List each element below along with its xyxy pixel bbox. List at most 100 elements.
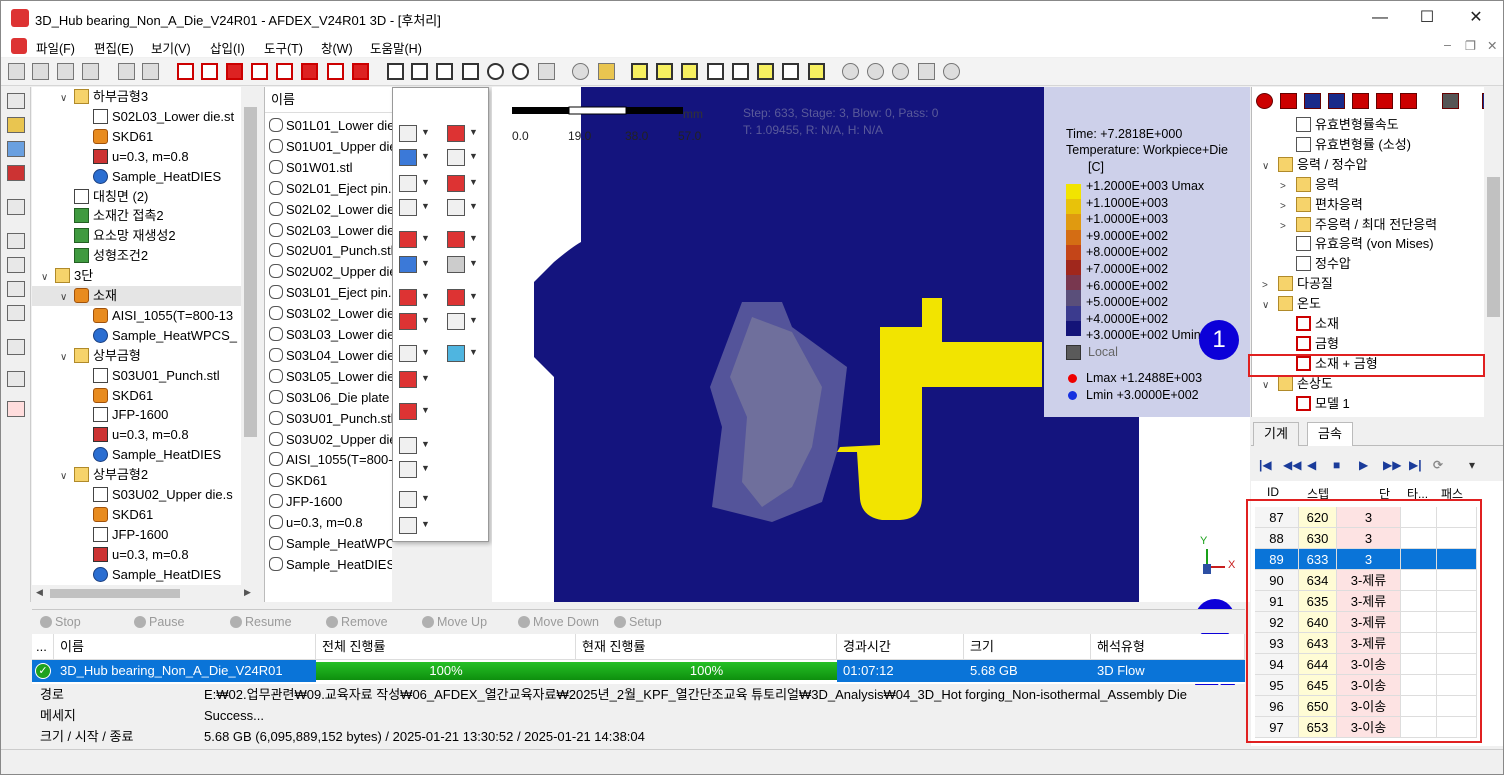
job-col-check[interactable]: ... [32, 634, 54, 660]
palette-tool[interactable]: ▼ [445, 230, 483, 250]
job-col-total[interactable]: 전체 진행률 [316, 634, 576, 660]
pan-hand-icon[interactable] [918, 63, 935, 80]
tree-item[interactable]: Sample_HeatDIES [32, 445, 259, 465]
stop-job-button[interactable]: Stop [40, 615, 81, 629]
shade-icon[interactable] [631, 63, 648, 80]
list-item[interactable]: S03L06_Die plate [269, 387, 389, 408]
menu-tools[interactable]: 도구(T) [264, 38, 303, 57]
list-header[interactable]: 이름 [265, 87, 392, 113]
palette-tool[interactable]: ▼ [397, 490, 435, 510]
tree-item[interactable]: 소재간 접촉2 [32, 206, 259, 226]
tree-vscrollbar[interactable] [241, 87, 260, 587]
zoom-in-icon[interactable] [867, 63, 884, 80]
tree-item[interactable]: SKD61 [32, 505, 259, 525]
palette-tool[interactable]: ▼ [445, 288, 483, 308]
menu-window[interactable]: 창(W) [321, 38, 353, 57]
result-type-icon-4[interactable] [1328, 93, 1345, 109]
tree-item[interactable]: ∨ 상부금형2 [32, 465, 259, 485]
tree-item[interactable]: SKD61 [32, 386, 259, 406]
tree-item[interactable]: S02L03_Lower die.st [32, 107, 259, 127]
list-item[interactable]: S02U01_Punch.stl [269, 240, 392, 261]
list-item[interactable]: S02L03_Lower die [269, 220, 392, 241]
tree-item[interactable]: Sample_HeatWPCS_ [32, 326, 259, 346]
results-scroll-thumb[interactable] [1487, 177, 1500, 317]
swap-icon[interactable] [782, 63, 799, 80]
tree-view-icon[interactable] [7, 93, 25, 109]
result-tree-item[interactable]: ∨ 온도 [1262, 294, 1321, 314]
list-item[interactable]: S03L03_Lower die [269, 324, 392, 345]
tree-item[interactable]: Sample_HeatDIES [32, 167, 259, 187]
palette-tool[interactable]: ▼ [397, 230, 435, 250]
palette-tool[interactable]: ▼ [397, 370, 435, 390]
tree-item[interactable]: Sample_HeatDIES [32, 565, 259, 585]
resume-job-button[interactable]: Resume [230, 615, 292, 629]
palette-tool[interactable]: ▼ [397, 344, 435, 364]
job-col-name[interactable]: 이름 [54, 634, 316, 660]
expand-chevron-icon[interactable]: ∨ [1262, 376, 1278, 396]
next-play-icon[interactable]: ▶▶ [1383, 458, 1401, 472]
list-item[interactable]: S03U01_Punch.stl [269, 408, 392, 429]
forward-icon[interactable] [142, 63, 159, 80]
rotate-z-icon[interactable] [436, 63, 453, 80]
result-tree-item[interactable]: > 편차응력 [1280, 195, 1363, 215]
view-bottom-icon[interactable] [301, 63, 318, 80]
tree-item[interactable]: 성형조건2 [32, 246, 259, 266]
tree-item[interactable]: u=0.3, m=0.8 [32, 147, 259, 167]
scroll-right-arrow-icon[interactable]: ▶ [244, 587, 251, 598]
next-step-icon[interactable]: ▶ [1359, 458, 1368, 472]
result-type-icon-3[interactable] [1304, 93, 1321, 109]
palette-tool[interactable]: ▼ [397, 516, 435, 536]
job-col-elapsed[interactable]: 경과시간 [837, 634, 964, 660]
mesh-icon[interactable] [732, 63, 749, 80]
palette-tool[interactable]: ▼ [445, 344, 483, 364]
distribute-icon[interactable] [7, 257, 25, 273]
display-icon[interactable] [7, 165, 25, 181]
tree-item[interactable]: u=0.3, m=0.8 [32, 545, 259, 565]
scroll-left-arrow-icon[interactable]: ◀ [36, 587, 43, 598]
new-file-icon[interactable] [8, 63, 25, 80]
result-tree-item[interactable]: ∨ 응력 / 정수압 [1262, 155, 1368, 175]
list-item[interactable]: S01L01_Lower die [269, 115, 392, 136]
list-item[interactable]: AISI_1055(T=800- [269, 449, 392, 470]
split-icon[interactable] [7, 339, 25, 355]
maximize-button[interactable]: ☐ [1404, 1, 1450, 35]
move-up-button[interactable]: Move Up [422, 615, 487, 629]
spin-icon[interactable] [487, 63, 504, 80]
tree-item[interactable]: ∨ 3단 [32, 266, 259, 286]
remove-job-button[interactable]: Remove [326, 615, 388, 629]
tree-item[interactable]: S03U01_Punch.stl [32, 366, 259, 386]
palette-tool[interactable]: ▼ [445, 174, 483, 194]
palette-tool[interactable]: ▼ [445, 148, 483, 168]
shade-edge-icon[interactable] [656, 63, 673, 80]
palette-tool[interactable]: ▼ [397, 124, 435, 144]
list-item[interactable]: S01U01_Upper die [269, 136, 392, 157]
expand-chevron-icon[interactable]: ∨ [1262, 157, 1278, 177]
result-tree-item[interactable]: 정수압 [1280, 254, 1351, 274]
tree-hscrollbar[interactable]: ◀ ▶ [32, 585, 260, 602]
view-front-icon[interactable] [177, 63, 194, 80]
job-col-type[interactable]: 해석유형 [1091, 634, 1245, 660]
list-item[interactable]: S02L02_Lower die [269, 199, 392, 220]
rotate-x-icon[interactable] [387, 63, 404, 80]
rotate-y-icon[interactable] [411, 63, 428, 80]
list-item[interactable]: S03L04_Lower die [269, 345, 392, 366]
view-iso-icon[interactable] [327, 63, 344, 80]
mdi-close-button[interactable]: ✕ [1487, 38, 1497, 53]
layers-icon[interactable] [808, 63, 825, 80]
back-icon[interactable] [118, 63, 135, 80]
last-step-icon[interactable]: ▶| [1409, 458, 1422, 472]
tree-item[interactable]: 대칭면 (2) [32, 187, 259, 207]
view-left-icon[interactable] [226, 63, 243, 80]
palette-tool[interactable]: ▼ [397, 288, 435, 308]
view-back-icon[interactable] [201, 63, 218, 80]
result-type-icon-6[interactable] [1376, 93, 1393, 109]
wrench-icon[interactable] [538, 63, 555, 80]
open-folder-icon[interactable] [57, 63, 74, 80]
open-file-icon[interactable] [32, 63, 49, 80]
tree-hscroll-thumb[interactable] [50, 589, 180, 598]
tree-item[interactable]: ∨ 상부금형 [32, 346, 259, 366]
menu-view[interactable]: 보기(V) [151, 38, 191, 57]
minimize-button[interactable]: — [1357, 1, 1403, 35]
list-item[interactable]: S03L02_Lower die [269, 303, 392, 324]
result-tree-item[interactable]: 유효변형률 (소성) [1280, 135, 1411, 155]
